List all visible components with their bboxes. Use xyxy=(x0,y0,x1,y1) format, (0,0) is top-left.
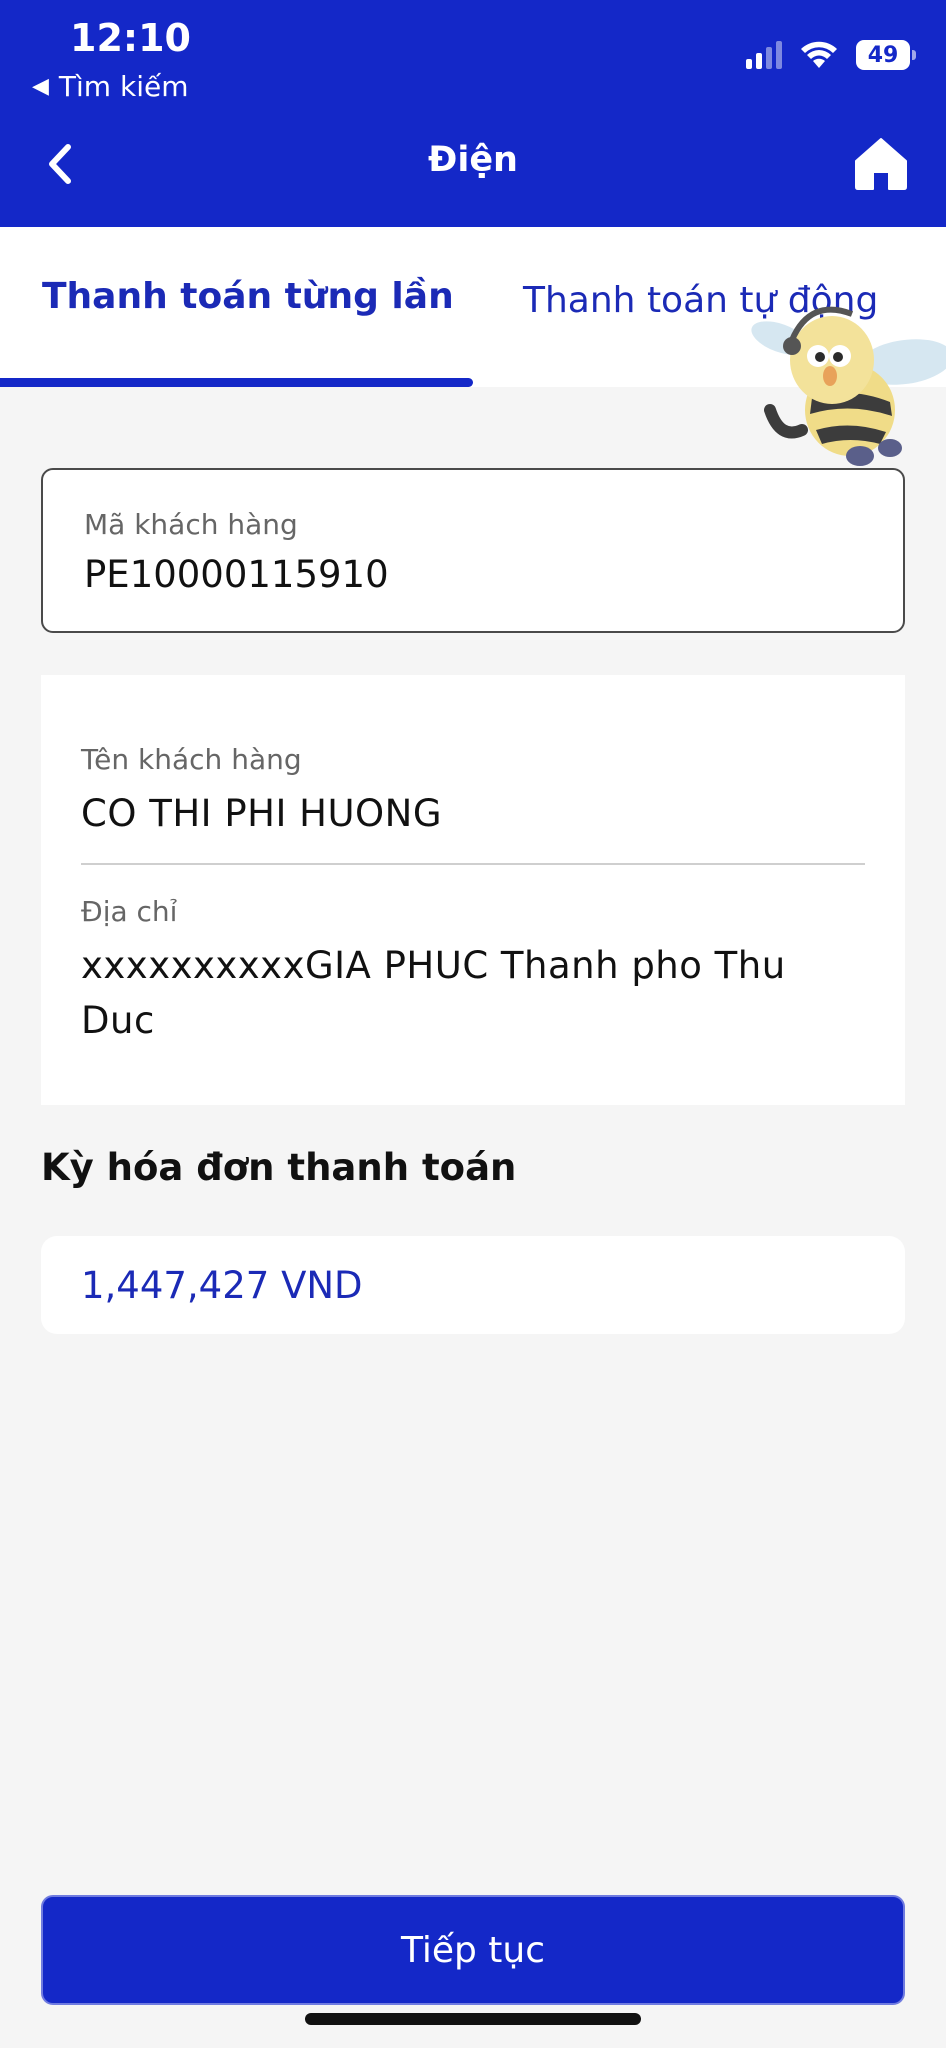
page-title: Điện xyxy=(428,140,518,180)
customer-code-value[interactable]: PE10000115910 xyxy=(84,553,903,596)
active-tab-indicator xyxy=(0,378,473,387)
back-triangle-icon: ◀ xyxy=(32,74,49,99)
wifi-icon xyxy=(801,41,837,68)
customer-code-label: Mã khách hàng xyxy=(84,508,298,541)
status-time: 12:10 xyxy=(70,16,191,60)
bee-mascot-icon xyxy=(751,306,946,466)
customer-name-label: Tên khách hàng xyxy=(81,743,302,776)
bill-amount: 1,447,427 VND xyxy=(81,1263,363,1307)
cellular-signal-icon xyxy=(746,41,782,69)
home-indicator xyxy=(305,2013,641,2025)
tab-one-time-payment-label: Thanh toán từng lần xyxy=(42,275,454,317)
address-label: Địa chỉ xyxy=(81,895,178,928)
bill-item[interactable]: 1,447,427 VND xyxy=(41,1236,905,1334)
billing-period-title: Kỳ hóa đơn thanh toán xyxy=(41,1146,517,1189)
app-header: 12:10 ◀ Tìm kiếm 49 Điện xyxy=(0,0,946,227)
back-to-app-label: Tìm kiếm xyxy=(58,70,189,103)
customer-name-value: CO THI PHI HUONG xyxy=(81,792,442,835)
customer-code-field[interactable]: Mã khách hàng PE10000115910 xyxy=(41,468,905,633)
divider xyxy=(81,863,865,865)
home-button[interactable] xyxy=(852,134,910,192)
battery-level: 49 xyxy=(867,42,899,68)
tab-one-time-payment[interactable]: Thanh toán từng lần xyxy=(0,227,473,387)
address-value: xxxxxxxxxxGIA PHUC Thanh pho Thu Duc xyxy=(81,944,786,1042)
back-to-app-link[interactable]: ◀ Tìm kiếm xyxy=(32,70,188,103)
customer-info-card: Tên khách hàng CO THI PHI HUONG Địa chỉ … xyxy=(41,675,905,1105)
battery-icon: 49 xyxy=(856,40,916,70)
status-icons: 49 xyxy=(746,40,916,70)
continue-button[interactable]: Tiếp tục xyxy=(41,1895,905,2005)
home-icon xyxy=(855,138,907,190)
